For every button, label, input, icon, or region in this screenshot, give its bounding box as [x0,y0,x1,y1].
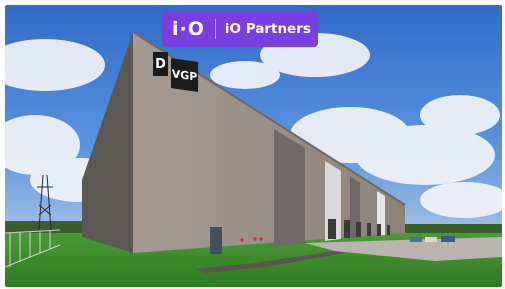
warehouse-scene [5,5,502,287]
building-sign-d: D [153,52,168,76]
io-logo-icon: i·O [172,18,205,40]
entrance-door [210,227,222,254]
badge-divider [214,19,216,39]
warehouse-photo [5,5,502,287]
building-sign-vgp: VGP [171,58,198,92]
brand-badge: i·O iO Partners [162,11,318,47]
facade-dark-panel [274,129,305,247]
brand-name: iO Partners [224,21,311,37]
